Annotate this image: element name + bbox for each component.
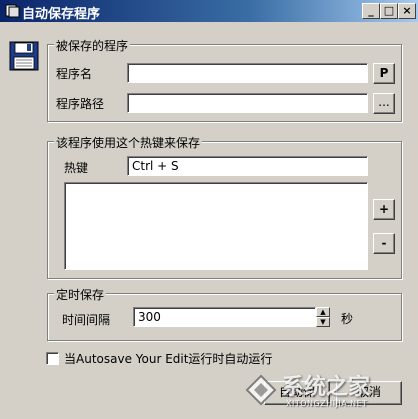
- spin-down-icon[interactable]: ▼: [316, 317, 330, 327]
- pick-program-button[interactable]: P: [373, 63, 395, 84]
- floppy-disk-icon: [9, 41, 39, 71]
- add-hotkey-button[interactable]: +: [373, 199, 395, 220]
- hotkey-input[interactable]: Ctrl + S: [127, 156, 368, 176]
- program-name-input[interactable]: [127, 63, 368, 83]
- hotkey-group: 该程序使用这个热键来保存 热键 Ctrl + S + -: [47, 134, 402, 279]
- interval-input[interactable]: 300: [133, 307, 316, 327]
- watermark-text: 系统之家: [282, 375, 371, 400]
- autosave-window: 自动保存程序 _ □ × 被保存的程序 程序名 P 程序路径 ... 该程序使用…: [0, 0, 418, 419]
- app-icon: [5, 4, 20, 18]
- watermark-subtext: XITONGZHIJIA.NET: [286, 399, 368, 408]
- timer-group: 定时保存 时间间隔 300 ▲ ▼ 秒: [47, 286, 402, 341]
- autorun-checkbox[interactable]: [46, 352, 59, 365]
- protected-program-group-title: 被保存的程序: [54, 37, 131, 54]
- program-path-input[interactable]: [127, 93, 368, 113]
- program-name-label: 程序名: [56, 67, 93, 81]
- interval-label: 时间间隔: [62, 313, 111, 327]
- minimize-button[interactable]: _: [362, 3, 380, 19]
- program-path-label: 程序路径: [56, 97, 105, 111]
- timer-group-title: 定时保存: [54, 286, 107, 303]
- remove-hotkey-button[interactable]: -: [373, 233, 395, 254]
- interval-spinner[interactable]: ▲ ▼: [316, 307, 330, 327]
- watermark-logo-icon: [245, 374, 277, 406]
- hotkey-group-title: 该程序使用这个热键来保存: [54, 134, 203, 151]
- hotkey-label: 热键: [64, 161, 89, 175]
- interval-unit-label: 秒: [341, 312, 354, 326]
- spin-up-icon[interactable]: ▲: [316, 307, 330, 317]
- site-watermark: 系统之家 XITONGZHIJIA.NET: [240, 365, 415, 415]
- maximize-button[interactable]: □: [380, 3, 398, 19]
- protected-program-group: 被保存的程序 程序名 P 程序路径 ...: [47, 37, 402, 122]
- hotkey-list[interactable]: [64, 182, 368, 270]
- browse-path-button[interactable]: ...: [373, 93, 395, 114]
- title-bar[interactable]: 自动保存程序 _ □ ×: [0, 0, 418, 22]
- close-button[interactable]: ×: [398, 3, 416, 19]
- window-title: 自动保存程序: [22, 7, 101, 22]
